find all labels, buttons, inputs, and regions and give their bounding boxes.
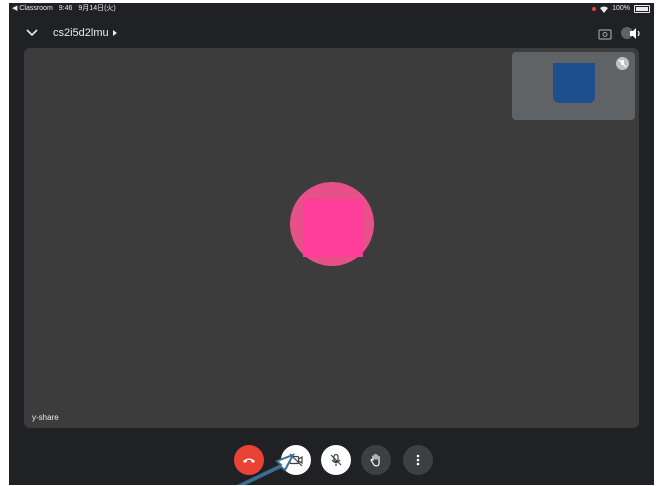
raise-hand-icon bbox=[370, 453, 380, 467]
meeting-header: cs2i5d2lmu bbox=[9, 19, 654, 49]
status-bar-right: 100% bbox=[592, 3, 650, 15]
participant-avatar-image bbox=[303, 199, 363, 257]
caret-right-icon bbox=[112, 30, 117, 36]
participant-name: y-share bbox=[32, 413, 59, 422]
chevron-down-icon[interactable] bbox=[25, 26, 39, 40]
recording-dot-icon bbox=[592, 7, 597, 11]
self-view-tile[interactable] bbox=[512, 52, 635, 120]
camera-switch-icon[interactable] bbox=[597, 26, 613, 42]
mic-toggle-button[interactable] bbox=[321, 445, 351, 475]
status-bar: ◀ Classroom 9:46 9月14日(火) 100% bbox=[9, 3, 654, 15]
status-time: 9:46 bbox=[58, 5, 73, 12]
self-avatar bbox=[553, 63, 595, 103]
speaker-icon[interactable] bbox=[619, 26, 641, 42]
back-to-app-link[interactable]: ◀ Classroom bbox=[12, 3, 53, 15]
mic-off-icon bbox=[616, 57, 629, 70]
meet-app-screen: ◀ Classroom 9:46 9月14日(火) 100% cs2i5d2lm… bbox=[9, 3, 654, 485]
wifi-icon bbox=[600, 6, 609, 13]
battery-percent: 100% bbox=[612, 5, 630, 12]
call-controls-bar bbox=[9, 443, 654, 479]
participant-avatar bbox=[290, 182, 374, 266]
status-bar-left: ◀ Classroom 9:46 9月14日(火) bbox=[12, 3, 116, 15]
meeting-code: cs2i5d2lmu bbox=[53, 27, 109, 39]
more-options-button[interactable] bbox=[403, 445, 433, 475]
meeting-code-button[interactable]: cs2i5d2lmu bbox=[53, 26, 117, 40]
more-vert-icon bbox=[416, 454, 420, 466]
raise-hand-button[interactable] bbox=[361, 445, 391, 475]
annotation-arrow bbox=[237, 453, 296, 485]
status-date: 9月14日(火) bbox=[78, 5, 116, 12]
mic-off-icon bbox=[330, 453, 342, 466]
battery-icon bbox=[634, 5, 650, 13]
